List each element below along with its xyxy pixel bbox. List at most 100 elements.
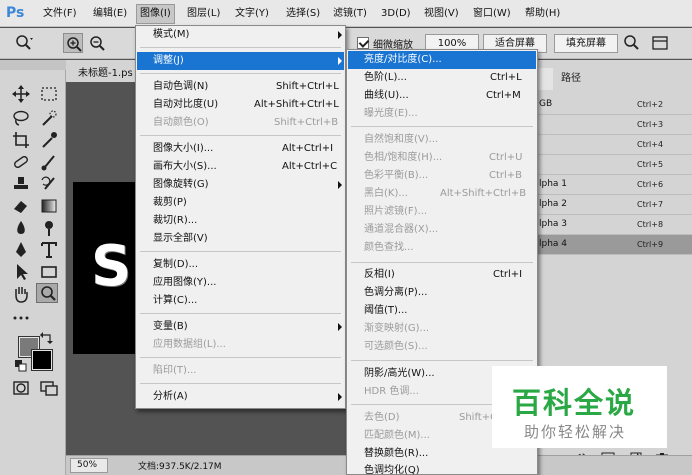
channel-shortcut: Ctrl+4 bbox=[637, 140, 664, 149]
menu-item-canvas-size[interactable]: 画布大小(S)... Alt+Ctrl+C bbox=[137, 158, 344, 176]
menu-item-auto-tone[interactable]: 自动色调(N) Shift+Ctrl+L bbox=[137, 78, 344, 96]
scrubby-zoom-checkbox[interactable] bbox=[357, 37, 369, 49]
quick-select-tool-icon[interactable] bbox=[38, 108, 60, 128]
more-tools-icon[interactable] bbox=[10, 308, 32, 328]
menu-item-photo-filter: 照片滤镜(F)... bbox=[364, 206, 428, 217]
zoom-in-icon[interactable] bbox=[63, 33, 83, 53]
document-canvas[interactable]: S bbox=[73, 182, 143, 354]
document-info[interactable]: 文档:937.5K/2.17M bbox=[138, 459, 222, 472]
menu-item-trap: 陷印(T)... bbox=[153, 365, 197, 376]
menu-item-adjustments[interactable]: 调整(J) bbox=[137, 52, 344, 70]
path-select-tool-icon[interactable] bbox=[10, 262, 32, 282]
menu-item-image-size[interactable]: 图像大小(I)... Alt+Ctrl+I bbox=[137, 140, 344, 158]
workspace-icon[interactable] bbox=[650, 33, 670, 53]
screen-mode-icon[interactable] bbox=[38, 378, 60, 398]
marquee-tool-icon[interactable] bbox=[38, 84, 60, 104]
menu-item-trim[interactable]: 裁切(R)... bbox=[137, 212, 344, 230]
menu-item-apply-data-set: 应用数据组(L)... bbox=[153, 339, 226, 350]
paths-tab[interactable]: 路径 bbox=[561, 68, 581, 90]
channel-row[interactable]: GB Ctrl+2 bbox=[537, 95, 692, 115]
dodge-tool-icon[interactable] bbox=[38, 218, 60, 238]
menu-item-equalize[interactable]: 色调均化(Q) bbox=[348, 462, 536, 475]
menu-item-crop[interactable]: 裁剪(P) bbox=[137, 194, 344, 212]
crop-tool-icon[interactable] bbox=[10, 130, 32, 150]
eyedropper-tool-icon[interactable] bbox=[38, 130, 60, 150]
channel-shortcut: Ctrl+9 bbox=[637, 240, 664, 249]
menu-item-apply-image[interactable]: 应用图像(Y)... bbox=[137, 274, 344, 292]
blur-tool-icon[interactable] bbox=[10, 218, 32, 238]
menu-window[interactable]: 窗口(W) bbox=[470, 5, 514, 23]
channel-name: lpha 2 bbox=[539, 199, 568, 209]
healing-brush-tool-icon[interactable] bbox=[10, 152, 32, 172]
menu-item-image-rotation[interactable]: 图像旋转(G) bbox=[137, 176, 344, 194]
background-color-swatch[interactable] bbox=[31, 349, 53, 371]
channel-shortcut: Ctrl+7 bbox=[637, 200, 664, 209]
clone-stamp-tool-icon[interactable] bbox=[10, 174, 32, 194]
swap-colors-icon[interactable] bbox=[40, 332, 54, 344]
menu-item-duplicate[interactable]: 复制(D)... bbox=[137, 256, 344, 274]
menu-3d[interactable]: 3D(D) bbox=[378, 5, 414, 23]
menu-help[interactable]: 帮助(H) bbox=[522, 5, 563, 23]
pen-tool-icon[interactable] bbox=[10, 240, 32, 260]
document-tab[interactable]: 未标题-1.ps bbox=[66, 60, 142, 82]
quick-mask-icon[interactable] bbox=[10, 378, 32, 398]
menu-item-brightness-contrast[interactable]: 亮度/对比度(C)... bbox=[348, 51, 536, 69]
lasso-tool-icon[interactable] bbox=[10, 108, 32, 128]
channel-row[interactable]: Ctrl+3 bbox=[537, 115, 692, 135]
photoshop-logo: Ps bbox=[6, 5, 25, 21]
default-colors-icon[interactable] bbox=[15, 360, 27, 372]
menu-file[interactable]: 文件(F) bbox=[40, 5, 80, 23]
channel-name: lpha 4 bbox=[539, 239, 568, 249]
channel-shortcut: Ctrl+2 bbox=[637, 100, 664, 109]
menu-item-mode[interactable]: 模式(M) bbox=[137, 26, 344, 44]
channel-row[interactable]: Ctrl+5 bbox=[537, 155, 692, 175]
menu-filter[interactable]: 滤镜(T) bbox=[330, 5, 370, 23]
menu-item-invert[interactable]: 反相(I) Ctrl+I bbox=[348, 266, 536, 284]
menu-item-channel-mixer: 通道混合器(X)... bbox=[364, 224, 439, 235]
brush-tool-icon[interactable] bbox=[38, 152, 60, 172]
watermark-title: 百科全说 bbox=[512, 386, 637, 420]
channel-name: lpha 3 bbox=[539, 219, 568, 229]
menu-select[interactable]: 选择(S) bbox=[283, 5, 323, 23]
hand-tool-icon[interactable] bbox=[10, 284, 32, 304]
fill-screen-button[interactable]: 填充屏幕 bbox=[554, 34, 618, 53]
menu-item-calculations[interactable]: 计算(C)... bbox=[137, 292, 344, 310]
move-tool-icon[interactable] bbox=[10, 84, 32, 104]
menu-item-gradient-map: 渐变映射(G)... bbox=[364, 323, 430, 334]
channel-row[interactable]: Ctrl+4 bbox=[537, 135, 692, 155]
zoom-out-icon[interactable] bbox=[87, 33, 107, 53]
type-tool-icon[interactable] bbox=[38, 240, 60, 260]
menu-type[interactable]: 文字(Y) bbox=[232, 5, 272, 23]
menu-item-curves[interactable]: 曲线(U)... Ctrl+M bbox=[348, 87, 536, 105]
menu-bar: Ps 文件(F) 编辑(E) 图像(I) 图层(L) 文字(Y) 选择(S) 滤… bbox=[0, 0, 692, 27]
eraser-tool-icon[interactable] bbox=[10, 196, 32, 216]
zoom-tool-preset-icon[interactable] bbox=[14, 33, 34, 53]
menu-item-variables[interactable]: 变量(B) bbox=[137, 318, 344, 336]
channel-row[interactable]: lpha 1 Ctrl+6 bbox=[537, 175, 692, 195]
menu-layer[interactable]: 图层(L) bbox=[184, 5, 223, 23]
menu-item-threshold[interactable]: 阈值(T)... bbox=[348, 302, 536, 320]
menu-item-posterize[interactable]: 色调分离(P)... bbox=[348, 284, 536, 302]
channel-row[interactable]: lpha 2 Ctrl+7 bbox=[537, 195, 692, 215]
menu-view[interactable]: 视图(V) bbox=[421, 5, 462, 23]
channel-row[interactable]: lpha 3 Ctrl+8 bbox=[537, 215, 692, 235]
zoom-tool-icon[interactable] bbox=[36, 283, 58, 303]
channel-row-selected[interactable]: lpha 4 Ctrl+9 bbox=[537, 235, 692, 255]
watermark-subtitle: 助你轻松解决 bbox=[524, 423, 627, 441]
menu-item-selective-color: 可选颜色(S)... bbox=[364, 341, 428, 352]
menu-item-reveal-all[interactable]: 显示全部(V) bbox=[137, 230, 344, 248]
menu-item-levels[interactable]: 色阶(L)... Ctrl+L bbox=[348, 69, 536, 87]
search-icon[interactable] bbox=[622, 33, 642, 53]
menu-item-analysis[interactable]: 分析(A) bbox=[137, 388, 344, 406]
menu-image[interactable]: 图像(I) bbox=[136, 4, 175, 24]
watermark-badge: 百科全说 助你轻松解决 bbox=[492, 366, 667, 448]
menu-edit[interactable]: 编辑(E) bbox=[90, 5, 130, 23]
rectangle-tool-icon[interactable] bbox=[38, 262, 60, 282]
menu-item-black-white: 黑白(K)... Alt+Shift+Ctrl+B bbox=[364, 188, 527, 199]
zoom-level-field[interactable]: 50% bbox=[70, 458, 108, 473]
history-brush-tool-icon[interactable] bbox=[38, 174, 60, 194]
channels-tab[interactable] bbox=[537, 68, 553, 90]
menu-item-auto-contrast[interactable]: 自动对比度(U) Alt+Shift+Ctrl+L bbox=[137, 96, 344, 114]
gradient-tool-icon[interactable] bbox=[38, 196, 60, 216]
image-menu-dropdown: 模式(M) 调整(J) 自动色调(N) Shift+Ctrl+L 自动对比度(U)… bbox=[135, 25, 346, 409]
